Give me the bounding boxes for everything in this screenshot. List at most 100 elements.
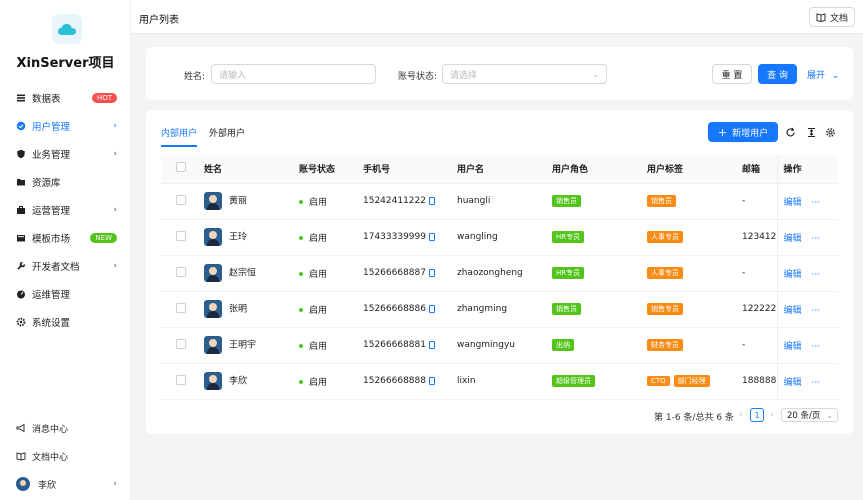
user-tag: 部门经理 <box>673 375 710 387</box>
status-dot <box>299 344 303 348</box>
tab-external-users[interactable]: 外部用户 <box>209 126 245 147</box>
chevron-right-icon: › <box>113 149 117 159</box>
row-checkbox[interactable] <box>176 302 186 313</box>
username: zhangming <box>457 291 552 328</box>
copy-icon[interactable] <box>429 376 435 385</box>
copy-icon[interactable] <box>429 304 435 313</box>
page-number-1[interactable]: 1 <box>750 408 764 422</box>
copy-icon[interactable] <box>429 340 435 349</box>
page-size-select[interactable]: 20 条/页 ⌄ <box>781 408 838 422</box>
gear-icon <box>16 317 26 327</box>
message-center-link[interactable]: 消息中心 <box>4 414 127 442</box>
user-table: 姓名 账号状态 手机号 用户名 用户角色 用户标签 邮箱 操作 黄丽 启用 1524… <box>161 155 838 400</box>
sidebar-item-0[interactable]: 数据表 HOT <box>0 84 131 112</box>
more-actions-icon[interactable]: ··· <box>812 342 821 352</box>
prev-page-icon[interactable]: ‹ <box>739 410 743 420</box>
docs-button[interactable]: 文档 <box>809 7 855 27</box>
edit-link[interactable]: 编辑 <box>784 234 802 244</box>
status-filter-placeholder: 请选择 <box>450 70 478 81</box>
status-badge: 启用 <box>309 233 328 244</box>
sidebar-item-label: 业务管理 <box>32 150 71 161</box>
user-name: 黄丽 <box>229 196 248 207</box>
user-tag: 财务专员 <box>647 339 683 351</box>
doc-center-link[interactable]: 文档中心 <box>4 442 127 470</box>
sidebar-item-label: 数据表 <box>32 94 61 105</box>
more-actions-icon[interactable]: ··· <box>812 198 821 208</box>
sidebar-item-2[interactable]: 业务管理 › <box>0 140 131 168</box>
page-size-value: 20 条/页 <box>787 411 821 421</box>
phone-number: 15266668881 <box>363 340 426 350</box>
column-header-status: 账号状态 <box>299 155 363 184</box>
current-user-name: 李欣 <box>38 480 57 491</box>
user-name: 张明 <box>229 304 248 315</box>
user-name: 王玲 <box>229 232 248 243</box>
sidebar-item-4[interactable]: 运营管理 › <box>0 196 131 224</box>
sidebar-item-7[interactable]: 运维管理 <box>0 280 131 308</box>
row-checkbox[interactable] <box>176 266 186 277</box>
shield-icon <box>16 149 26 159</box>
copy-icon[interactable] <box>429 232 435 241</box>
column-height-icon[interactable] <box>804 125 818 139</box>
user-table-panel: 内部用户 外部用户 + 新增用户 姓名 账号状态 手机号 用户名 用户角色 用户… <box>146 110 853 434</box>
top-header: 用户列表 文档 <box>131 0 863 34</box>
edit-link[interactable]: 编辑 <box>784 198 802 208</box>
chevron-down-icon: ⌄ <box>592 69 599 79</box>
role-tag: 出纳 <box>552 339 574 351</box>
table-row: 赵宗恒 启用 15266668887 zhaozongheng HR专员 人事专员 - 编辑 ·… <box>161 255 838 292</box>
username: huangli <box>457 183 552 220</box>
sidebar-item-6[interactable]: 开发者文档 › <box>0 252 131 280</box>
edit-link[interactable]: 编辑 <box>784 306 802 316</box>
search-panel: 姓名: 请输入 账号状态: 请选择 ⌄ 重 置 查 询 展开 ⌄ <box>146 47 853 100</box>
status-badge: 启用 <box>309 305 328 316</box>
table-icon <box>16 93 26 103</box>
gear-icon[interactable] <box>823 125 837 139</box>
row-checkbox[interactable] <box>176 374 186 385</box>
chevron-down-icon: ⌄ <box>831 71 840 81</box>
sidebar-item-3[interactable]: 资源库 <box>0 168 131 196</box>
column-header-role: 用户角色 <box>552 155 647 184</box>
status-filter-select[interactable]: 请选择 ⌄ <box>442 64 607 84</box>
sidebar-bottom: 消息中心 文档中心 李欣 › <box>4 414 127 498</box>
template-icon <box>16 233 26 243</box>
user-name: 李欣 <box>229 376 248 387</box>
plus-icon: + <box>717 125 728 139</box>
query-button[interactable]: 查 询 <box>758 64 797 84</box>
phone-number: 15242411222 <box>363 196 426 206</box>
username: wangmingyu <box>457 327 552 364</box>
column-header-name: 姓名 <box>204 155 299 184</box>
copy-icon[interactable] <box>429 268 435 277</box>
column-header-username: 用户名 <box>457 155 552 184</box>
row-checkbox[interactable] <box>176 230 186 241</box>
name-filter-input[interactable]: 请输入 <box>211 64 376 84</box>
copy-icon[interactable] <box>429 196 435 205</box>
user-tag: 销售专员 <box>647 303 683 315</box>
select-all-checkbox[interactable] <box>176 162 186 173</box>
edit-link[interactable]: 编辑 <box>784 342 802 352</box>
row-checkbox[interactable] <box>176 194 186 205</box>
more-actions-icon[interactable]: ··· <box>812 234 821 244</box>
edit-link[interactable]: 编辑 <box>784 378 802 388</box>
current-user-menu[interactable]: 李欣 › <box>4 470 127 498</box>
more-actions-icon[interactable]: ··· <box>812 378 821 388</box>
refresh-icon[interactable] <box>783 125 797 139</box>
sidebar-item-8[interactable]: 系统设置 <box>0 308 131 336</box>
email: - <box>742 255 777 292</box>
menu-badge: HOT <box>91 93 117 103</box>
avatar <box>204 192 222 210</box>
row-checkbox[interactable] <box>176 338 186 349</box>
sidebar-item-5[interactable]: 模板市场 NEW <box>0 224 131 252</box>
more-actions-icon[interactable]: ··· <box>812 306 821 316</box>
add-user-button[interactable]: + 新增用户 <box>708 122 778 142</box>
tab-internal-users[interactable]: 内部用户 <box>161 126 198 147</box>
folder-icon <box>16 177 26 187</box>
more-actions-icon[interactable]: ··· <box>812 270 821 280</box>
chevron-right-icon: › <box>113 205 117 215</box>
pagination-summary: 第 1-6 条/总共 6 条 <box>654 413 734 423</box>
edit-link[interactable]: 编辑 <box>784 270 802 280</box>
expand-link[interactable]: 展开 ⌄ <box>807 68 839 81</box>
sidebar-item-1[interactable]: 用户管理 › <box>0 112 131 140</box>
reset-button[interactable]: 重 置 <box>712 64 752 84</box>
megaphone-icon <box>16 423 26 433</box>
next-page-icon[interactable]: › <box>770 410 774 420</box>
email: - <box>742 183 777 220</box>
